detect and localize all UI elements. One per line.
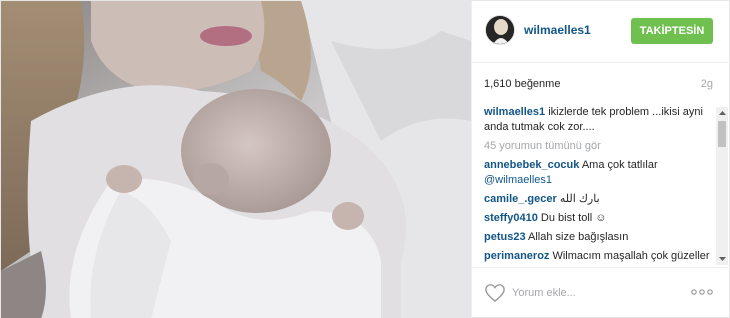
comment-text: Ama çok tatlılar [581, 159, 658, 171]
scrollbar-thumb[interactable] [718, 121, 726, 147]
scroll-up-arrow-icon[interactable] [716, 107, 728, 119]
comment-user[interactable]: petus23 [484, 231, 526, 243]
avatar[interactable] [485, 15, 515, 45]
comment-user[interactable]: perimaneroz [484, 250, 549, 262]
comment-item: camile_.gecer بارك الله [484, 192, 720, 207]
comment-text: Wilmacım maşallah çok güzeller [552, 250, 710, 262]
comment-item: steffy0410 Du bist toll ☺ [484, 211, 720, 226]
avatar-image [486, 16, 514, 44]
comment-text: Allah size bağışlasın [528, 231, 629, 243]
likes-count[interactable]: 1,610 beğenme [484, 78, 560, 90]
heart-icon[interactable] [484, 283, 506, 303]
post-card: wilmaelles1 TAKİPTESİN 1,610 beğenme 2g … [0, 0, 730, 318]
post-time[interactable]: 2g [701, 78, 713, 90]
comments-scrollbar[interactable] [716, 107, 728, 265]
comment-user[interactable]: steffy0410 [484, 212, 538, 224]
post-photo[interactable] [1, 1, 471, 318]
username-link[interactable]: wilmaelles1 [524, 23, 591, 37]
post-header: wilmaelles1 TAKİPTESİN [472, 1, 730, 63]
likes-row: 1,610 beğenme 2g [472, 63, 730, 105]
scroll-down-arrow-icon[interactable] [716, 253, 728, 265]
view-all-comments-link[interactable]: 45 yorumun tümünü gör [484, 139, 720, 154]
comment-item: annebebek_cocuk Ama çok tatlılar @wilmae… [484, 158, 720, 188]
caption-user[interactable]: wilmaelles1 [484, 106, 545, 118]
comment-list[interactable]: wilmaelles1 ikizlerde tek problem ...iki… [484, 105, 720, 265]
comment-text: Du bist toll ☺ [540, 212, 607, 224]
comment-user[interactable]: camile_.gecer [484, 193, 557, 205]
post-footer [472, 267, 730, 318]
caption: wilmaelles1 ikizlerde tek problem ...iki… [484, 105, 720, 135]
follow-button[interactable]: TAKİPTESİN [631, 18, 713, 44]
more-options-icon[interactable] [691, 288, 713, 296]
comment-input[interactable] [512, 283, 662, 303]
post-sidebar: wilmaelles1 TAKİPTESİN 1,610 beğenme 2g … [471, 1, 730, 318]
photo-illustration [1, 1, 471, 318]
comment-item: perimaneroz Wilmacım maşallah çok güzell… [484, 249, 720, 264]
comment-mention[interactable]: @wilmaelles1 [484, 174, 552, 186]
comment-user[interactable]: annebebek_cocuk [484, 159, 579, 171]
comment-text: بارك الله [559, 193, 600, 205]
comment-item: petus23 Allah size bağışlasın [484, 230, 720, 245]
